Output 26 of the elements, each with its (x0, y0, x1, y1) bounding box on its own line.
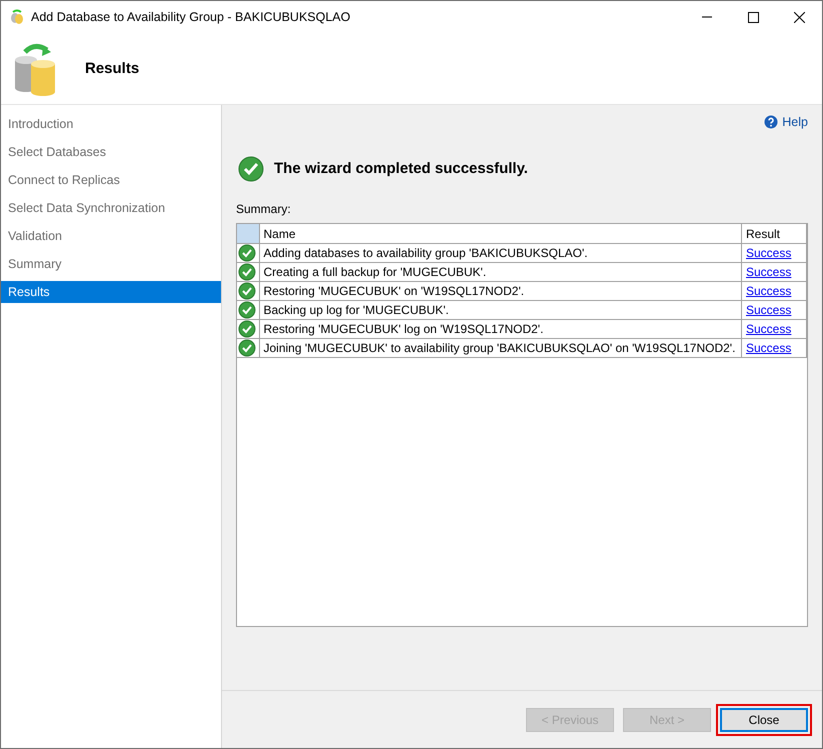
sidebar-item[interactable]: Results (1, 281, 221, 303)
success-icon (238, 156, 264, 182)
sidebar-item[interactable]: Introduction (1, 113, 221, 135)
table-cell: Joining 'MUGECUBUK' to availability group 'BAKICUBUKSQLAO' on 'W19SQL17NOD2'. (259, 338, 742, 358)
maximize-icon (748, 12, 758, 22)
status-message: The wizard completed successfully. (274, 158, 528, 178)
page-title: Results (85, 60, 140, 78)
table-cell: Adding databases to availability group 'BAKICUBUKSQLAO'. (259, 244, 742, 263)
table-cell: Creating a full backup for 'MUGECUBUK'. (259, 262, 742, 282)
table-cell: Backing up log for 'MUGECUBUK'. (259, 300, 742, 320)
sidebar-item[interactable]: Connect to Replicas (1, 169, 221, 191)
wizard-button[interactable]: Close (720, 708, 808, 732)
sidebar-item[interactable]: Summary (1, 253, 221, 275)
column-header[interactable]: Name (259, 224, 742, 244)
sidebar-item[interactable]: Select Data Synchronization (1, 197, 221, 219)
app-icon (9, 9, 25, 25)
table-cell: Restoring 'MUGECUBUK' on 'W19SQL17NOD2'. (259, 282, 742, 301)
table-cell: Restoring 'MUGECUBUK' log on 'W19SQL17NOD2'. (259, 320, 742, 339)
column-header[interactable]: Result (742, 224, 806, 244)
help-link[interactable]: Help (764, 113, 808, 132)
sidebar-item[interactable]: Validation (1, 225, 221, 247)
summary-label: Summary: (236, 200, 292, 218)
window-title: Add Database to Availability Group - BAKICUBUKSQLAO (31, 8, 352, 26)
close-icon (794, 12, 804, 22)
help-icon (764, 115, 778, 130)
sidebar-item[interactable]: Select Databases (1, 141, 221, 163)
